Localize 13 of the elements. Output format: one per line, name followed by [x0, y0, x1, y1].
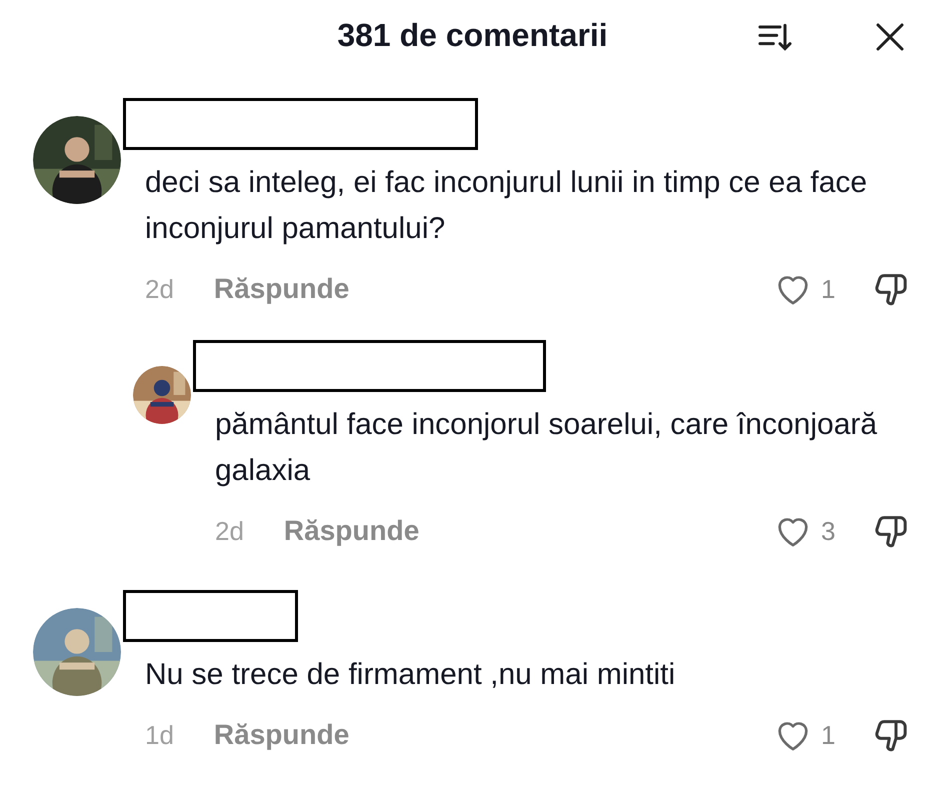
- comment-time: 2d: [215, 514, 244, 548]
- reply-button[interactable]: Răspunde: [284, 510, 420, 552]
- like-count: 3: [821, 514, 836, 548]
- like-count: 1: [821, 718, 836, 752]
- reply-button[interactable]: Răspunde: [214, 714, 350, 756]
- comment-time: 2d: [145, 272, 174, 306]
- comment-text: deci sa inteleg, ei fac inconjurul lunii in timp ce ea face inconjurul pamantului?: [145, 165, 868, 247]
- comments-title: 381 de comentarii: [337, 16, 608, 55]
- reply-button[interactable]: Răspunde: [214, 268, 350, 310]
- like-count: 1: [821, 272, 836, 306]
- comment-time: 1d: [145, 718, 174, 752]
- comment-text: pământul face inconjorul soarelui, care înconjoară galaxia: [215, 407, 878, 489]
- comment-text: Nu se trece de firmament ,nu mai mintiti: [145, 657, 676, 693]
